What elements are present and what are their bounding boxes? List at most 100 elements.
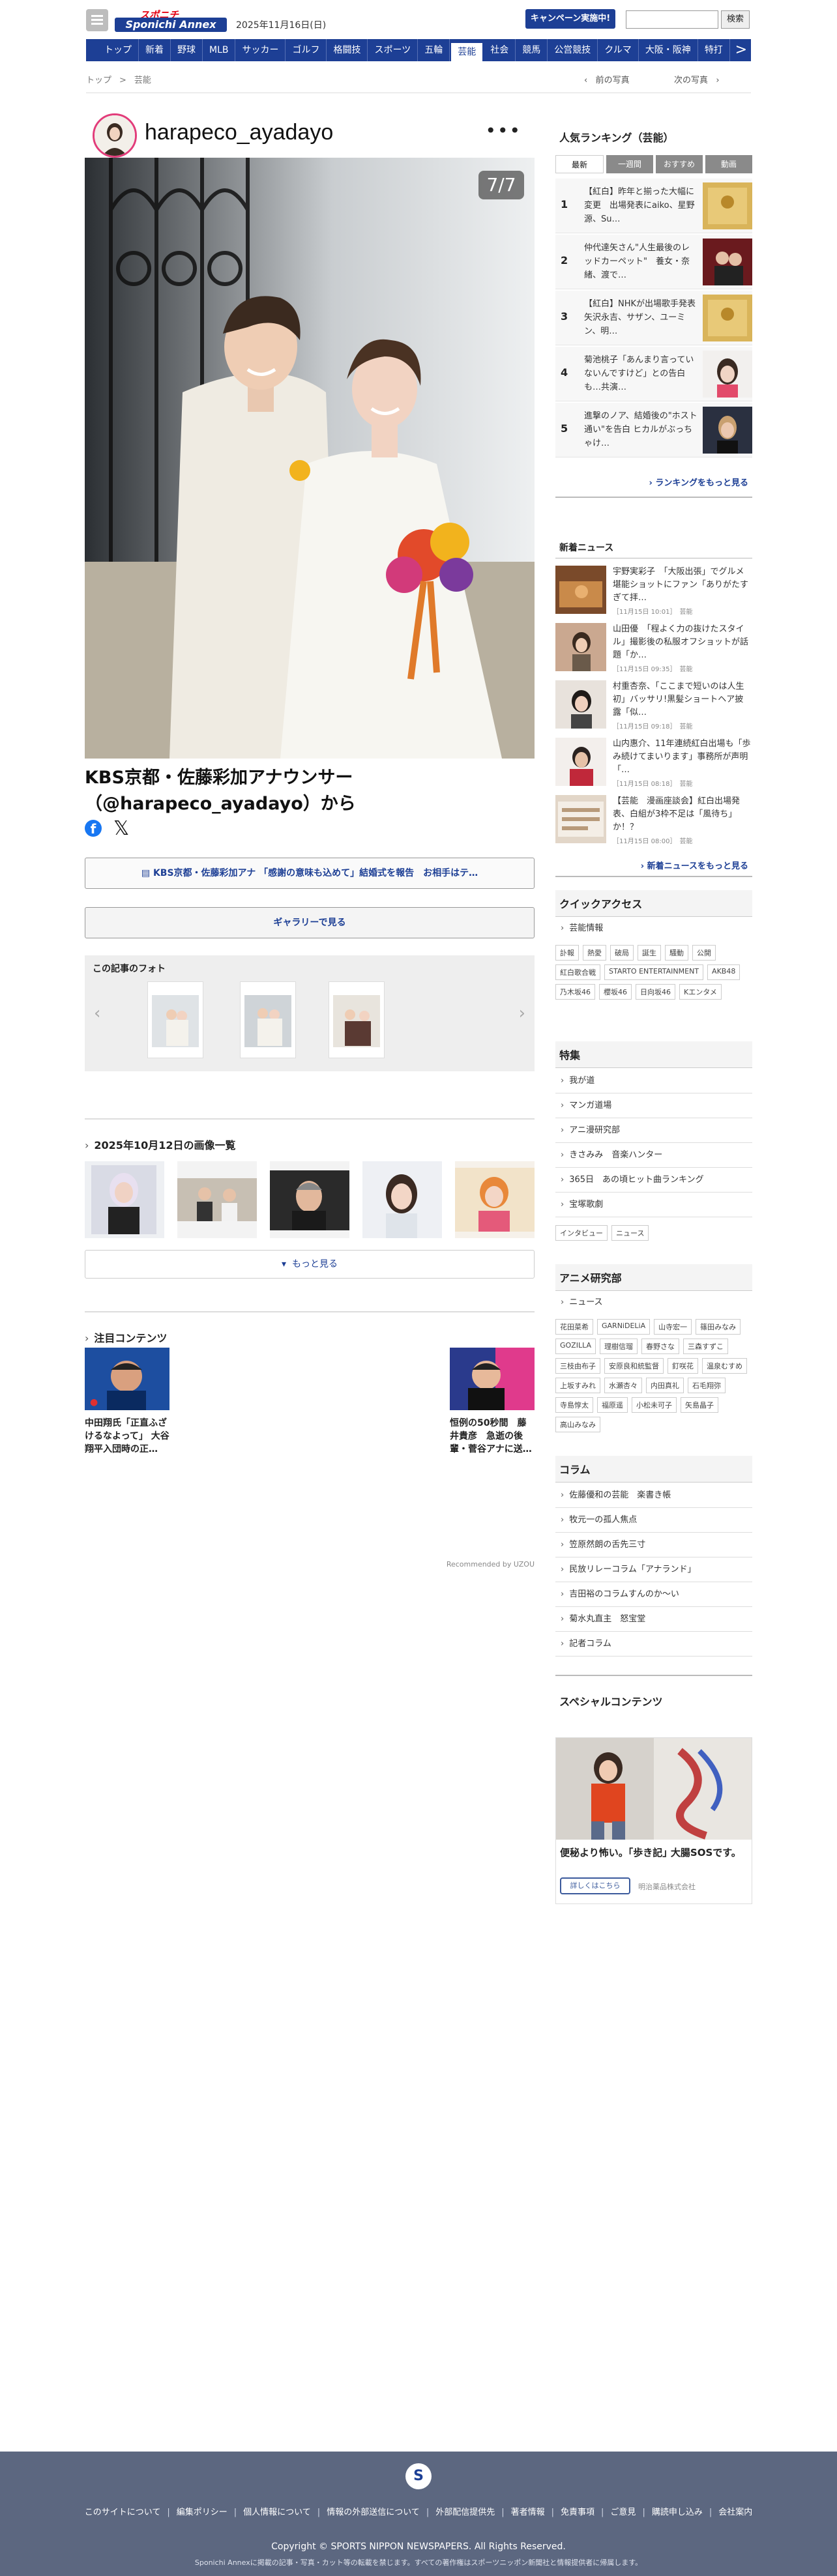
tag-link[interactable]: 水瀬杏々 — [604, 1378, 642, 1393]
hamburger-menu-button[interactable] — [86, 9, 108, 31]
ranking-item[interactable]: 4 菊池桃子「あんまり言っていないんですけど」との告白も…共演… — [555, 347, 752, 401]
related-article-link[interactable]: ▤ KBS京都・佐藤彩加アナ 「感謝の意味も込めて」結婚式を報告 お相手はテ… — [85, 858, 535, 889]
ad-details-button[interactable]: 詳しくはこちら — [560, 1877, 630, 1894]
tag-link[interactable]: 花田菜希 — [555, 1319, 593, 1335]
sidebar-link[interactable]: › 宝塚歌劇 — [555, 1193, 752, 1217]
tag-link[interactable]: 安原良和統監督 — [604, 1358, 664, 1374]
tab-latest[interactable]: 最新 — [555, 155, 604, 173]
footer-link[interactable]: 免責事項 — [561, 2508, 595, 2517]
instagram-username[interactable]: harapeco_ayadayo — [145, 120, 333, 145]
nav-item[interactable]: 社会 — [484, 39, 516, 61]
ranking-item[interactable]: 3 【紅白】NHKが出場歌手発表 矢沢永吉、サザン、ユーミン、明… — [555, 291, 752, 345]
tag-link[interactable]: 矢島晶子 — [681, 1397, 718, 1413]
nav-item[interactable]: スポーツ — [368, 39, 419, 61]
sidebar-link[interactable]: › アニ漫研究部 — [555, 1118, 752, 1143]
date-gallery-thumb[interactable] — [85, 1161, 164, 1238]
footer-link[interactable]: 個人情報について — [243, 2508, 311, 2517]
featured-card[interactable]: 恒例の50秒間 藤井貴彦 急逝の後輩・菅谷アナに送… — [450, 1348, 535, 1456]
gallery-button[interactable]: ギャラリーで見る — [85, 907, 535, 938]
tag-link[interactable]: 高山みなみ — [555, 1417, 600, 1432]
sidebar-link[interactable]: › 佐藤優和の芸能 楽書き帳 — [555, 1483, 752, 1508]
article-photo-thumb[interactable] — [240, 981, 296, 1058]
sidebar-link[interactable]: › きさみみ 音楽ハンター — [555, 1143, 752, 1168]
ranking-item[interactable]: 1 【紅白】昨年と揃った大幅に変更 出場発表にaiko、星野源、Su… — [555, 179, 752, 233]
tag-link[interactable]: 誕生 — [638, 945, 661, 961]
facebook-icon[interactable]: f — [85, 820, 102, 837]
avatar[interactable] — [93, 113, 137, 158]
tag-link[interactable]: 騒動 — [665, 945, 688, 961]
tag-link[interactable]: 紅白歌合戦 — [555, 964, 600, 980]
nav-next-arrow-icon[interactable]: > — [735, 39, 747, 61]
tag-link[interactable]: 篠田みなみ — [696, 1319, 741, 1335]
search-input[interactable] — [626, 10, 718, 29]
tag-link[interactable]: ニュース — [611, 1225, 649, 1241]
campaign-button[interactable]: キャンペーン実施中! — [525, 9, 615, 29]
sidebar-link[interactable]: › 菊水丸直主 怒宝堂 — [555, 1607, 752, 1632]
news-item[interactable]: 山内惠介、11年連続紅白出場も「歩み続けてまいります」事務所が声明「… ［11月… — [555, 735, 752, 790]
nav-item[interactable]: 五輪 — [418, 39, 450, 61]
date-gallery-thumb[interactable] — [362, 1161, 442, 1238]
ranking-item[interactable]: 2 仲代達矢さん"人生最後のレッドカーペット" 養女・奈緒、渡で… — [555, 235, 752, 289]
nav-item[interactable]: MLB — [203, 39, 236, 61]
tag-link[interactable]: 寺島惇太 — [555, 1397, 593, 1413]
ad-banner[interactable]: 便秘より怖い。｢歩き記｣ 大腸SOSです。 詳しくはこちら 明治薬品株式会社 — [555, 1737, 752, 1904]
tab-week[interactable]: 一週間 — [606, 155, 653, 173]
next-photo-link[interactable]: 次の写真 › — [674, 73, 720, 85]
tag-link[interactable]: 日向坂46 — [636, 984, 675, 1000]
recommended-by-label[interactable]: Recommended by UZOU — [447, 1560, 535, 1569]
nav-item[interactable]: サッカー — [235, 39, 286, 61]
sidebar-link[interactable]: › 牧元一の孤人焦点 — [555, 1508, 752, 1533]
tag-link[interactable]: 内田真礼 — [646, 1378, 684, 1393]
news-item[interactable]: 宇野実彩子 「大阪出張」でグルメ堪能ショットにファン「ありがたすぎて拝… ［11… — [555, 563, 752, 618]
main-photo[interactable]: 7/7 — [85, 158, 535, 759]
quick-access-link[interactable]: › 芸能情報 — [555, 916, 752, 941]
tag-link[interactable]: GOZILLA — [555, 1339, 596, 1354]
nav-item[interactable]: 野球 — [171, 39, 203, 61]
sidebar-link[interactable]: › 笠原然朗の舌先三寸 — [555, 1533, 752, 1557]
nav-item[interactable]: クルマ — [598, 39, 639, 61]
tag-link[interactable]: STARTO ENTERTAINMENT — [604, 964, 704, 980]
nav-item[interactable]: トップ — [98, 39, 139, 61]
footer-link[interactable]: 編集ポリシー — [177, 2508, 228, 2517]
nav-item[interactable]: 新着 — [139, 39, 171, 61]
nav-item[interactable]: 公営競技 — [548, 39, 598, 61]
tag-link[interactable]: 春野さな — [641, 1339, 679, 1354]
nav-item[interactable]: 格闘技 — [327, 39, 368, 61]
news-item[interactable]: 村重杏奈、「ここまで短いのは人生初」バッサリ!黒髪ショートヘア披露「似… ［11… — [555, 678, 752, 732]
footer-link[interactable]: 情報の外部送信について — [327, 2508, 420, 2517]
tag-link[interactable]: インタビュー — [555, 1225, 608, 1241]
news-item[interactable]: 【芸能 漫画座談会】紅白出場発表、白組が3枠不足は「風待ち」か！？ ［11月15… — [555, 792, 752, 847]
sidebar-link[interactable]: › 民放リレーコラム「アナランド」 — [555, 1557, 752, 1582]
article-photo-thumb[interactable] — [147, 981, 203, 1058]
date-gallery-thumb[interactable] — [455, 1161, 535, 1238]
nav-item[interactable]: 特打 — [698, 39, 730, 61]
footer-link[interactable]: 著者情報 — [511, 2508, 545, 2517]
sidebar-link[interactable]: › 我が道 — [555, 1069, 752, 1093]
footer-logo[interactable]: S — [405, 2463, 432, 2489]
breadcrumb-home[interactable]: トップ — [86, 76, 111, 85]
tab-recommend[interactable]: おすすめ — [656, 155, 703, 173]
footer-link[interactable]: ご意見 — [610, 2508, 636, 2517]
more-options-icon[interactable]: ••• — [485, 120, 521, 141]
tag-link[interactable]: 理樹信瑠 — [600, 1339, 638, 1354]
nav-item[interactable]: 大阪・阪神 — [639, 39, 698, 61]
sidebar-link[interactable]: › 365日 あの頃ヒット曲ランキング — [555, 1168, 752, 1193]
tag-link[interactable]: 熱愛 — [583, 945, 606, 961]
tag-link[interactable]: 乃木坂46 — [555, 984, 595, 1000]
site-logo[interactable]: スポニチ Sponichi Annex — [115, 8, 227, 32]
tab-video[interactable]: 動画 — [705, 155, 752, 173]
tag-link[interactable]: 山寺宏一 — [654, 1319, 692, 1335]
nav-item[interactable]: 芸能 — [450, 42, 484, 61]
sidebar-link[interactable]: › 記者コラム — [555, 1632, 752, 1657]
tag-link[interactable]: 上坂すみれ — [555, 1378, 600, 1393]
sidebar-link[interactable]: › 吉田裕のコラムすんのか〜い — [555, 1582, 752, 1607]
tag-link[interactable]: 石毛翔弥 — [688, 1378, 726, 1393]
news-item[interactable]: 山田優 「程よく力の抜けたスタイル」撮影後の私服オフショットが話題「か… ［11… — [555, 620, 752, 675]
ranking-item[interactable]: 5 進撃のノア、結婚後の"ホスト通い"を告白 ヒカルがぶっちゃけ… — [555, 403, 752, 457]
ranking-more-link[interactable]: › ランキングをもっと見る — [649, 476, 749, 488]
tag-link[interactable]: 破局 — [610, 945, 634, 961]
nav-item[interactable]: 競馬 — [516, 39, 548, 61]
date-gallery-thumb[interactable] — [270, 1161, 349, 1238]
tag-link[interactable]: 福原遥 — [597, 1397, 628, 1413]
tag-link[interactable]: 釘咲花 — [668, 1358, 698, 1374]
